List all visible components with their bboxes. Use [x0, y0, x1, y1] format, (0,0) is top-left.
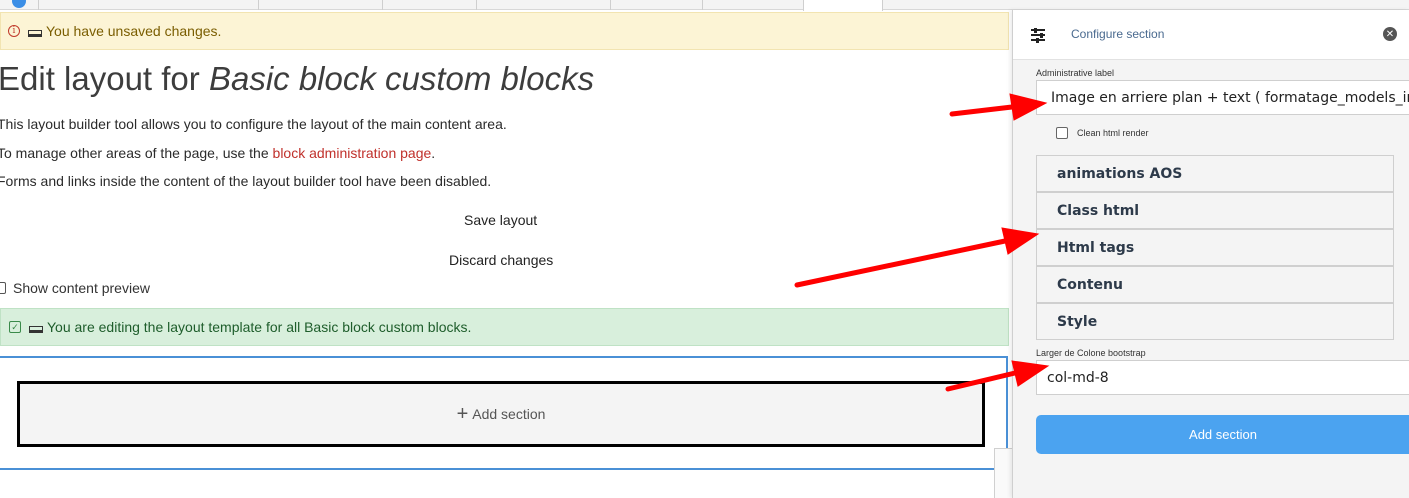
column-width-caption: Larger de Colone bootstrap [1036, 348, 1146, 358]
accordion-contenu[interactable]: Contenu [1036, 266, 1394, 303]
tab-divider [382, 0, 383, 10]
show-content-preview-checkbox[interactable] [0, 282, 6, 294]
tab-divider [476, 0, 477, 10]
add-section-link[interactable]: + Add section [17, 381, 985, 447]
admin-label-caption: Administrative label [1036, 68, 1115, 78]
accordion-class-html[interactable]: Class html [1036, 192, 1394, 229]
keyboard-icon [29, 325, 43, 333]
sliders-icon [1031, 28, 1045, 43]
admin-label-input[interactable]: Image en arriere plan + text ( formatage… [1036, 80, 1409, 115]
layout-section-region: + Add section [0, 356, 1008, 470]
clean-html-option[interactable]: Clean html render [1056, 127, 1149, 139]
editing-template-status: ✓ You are editing the layout template fo… [0, 308, 1009, 346]
help-text-1: This layout builder tool allows you to c… [0, 116, 507, 132]
help-text-2-prefix: To manage other areas of the page, use t… [0, 145, 273, 161]
add-section-button[interactable]: Add section [1036, 415, 1409, 454]
clean-html-checkbox[interactable] [1056, 127, 1068, 139]
page-title-prefix: Edit layout for [0, 60, 209, 97]
show-content-preview-label: Show content preview [13, 280, 150, 296]
tab-divider [610, 0, 611, 10]
info-icon: i [8, 25, 20, 37]
accordion-style[interactable]: Style [1036, 303, 1394, 340]
help-text-2: To manage other areas of the page, use t… [0, 145, 435, 161]
block-administration-link[interactable]: block administration page [273, 145, 432, 161]
status-text: You are editing the layout template for … [47, 319, 472, 335]
discard-changes-button[interactable]: Discard changes [449, 252, 553, 268]
panel-title: Configure section [1071, 27, 1165, 41]
add-section-label: Add section [472, 406, 546, 422]
page-title-entity: Basic block custom blocks [208, 60, 595, 97]
show-content-preview[interactable]: Show content preview [0, 280, 150, 296]
check-icon: ✓ [9, 321, 21, 333]
accordion-html-tags[interactable]: Html tags [1036, 229, 1394, 266]
tab-favicon-icon [12, 0, 26, 8]
keyboard-icon [28, 29, 42, 37]
help-text-2-suffix: . [431, 145, 436, 161]
warning-text: You have unsaved changes. [46, 23, 222, 39]
plus-icon: + [456, 403, 469, 425]
accordion-animations-aos[interactable]: animations AOS [1036, 155, 1394, 192]
clean-html-label: Clean html render [1077, 128, 1149, 138]
tab-divider [258, 0, 259, 10]
top-tab-strip [0, 0, 1409, 11]
layout-builder-main: i You have unsaved changes. Edit layout … [0, 10, 1012, 498]
close-icon[interactable]: ✕ [1383, 27, 1397, 41]
help-text-3: Forms and links inside the content of th… [0, 173, 492, 189]
save-layout-button[interactable]: Save layout [464, 212, 537, 228]
configure-section-panel: Configure section ✕ Administrative label… [1012, 10, 1409, 498]
unsaved-changes-warning: i You have unsaved changes. [0, 12, 1009, 50]
tab-divider [38, 0, 39, 10]
tab-divider [702, 0, 703, 10]
panel-header: Configure section ✕ [1013, 10, 1409, 60]
page-title: Edit layout for Basic block custom block… [0, 60, 594, 98]
column-width-input[interactable]: col-md-8 [1036, 360, 1409, 395]
